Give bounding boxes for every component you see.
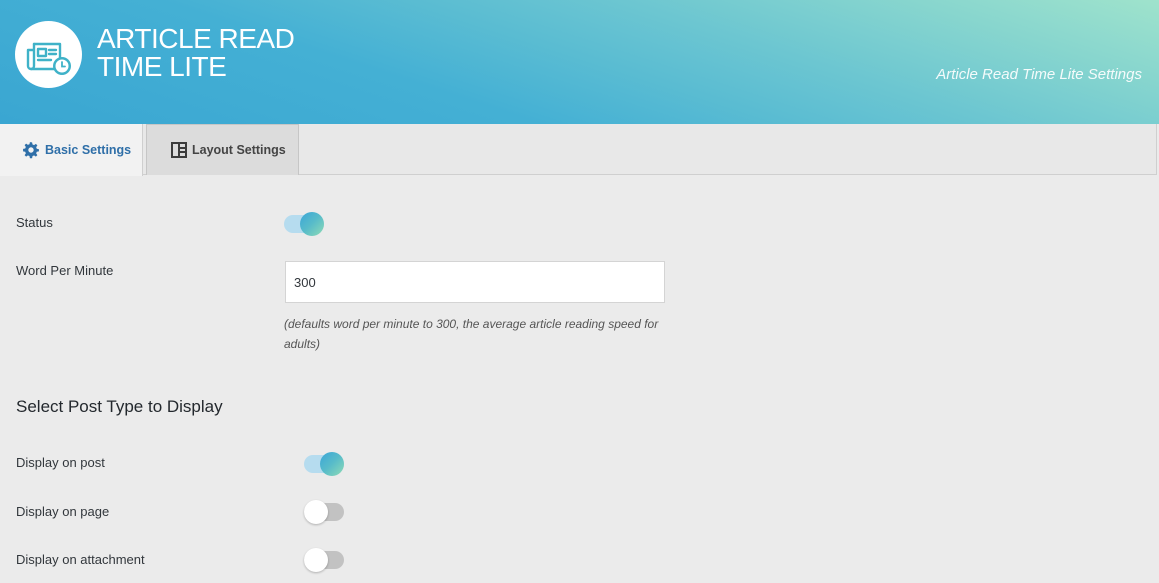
logo (15, 21, 82, 88)
tab-basic-settings[interactable]: Basic Settings (0, 124, 143, 176)
toggle-knob (300, 212, 324, 236)
brand-line-2: TIME LITE (97, 51, 227, 82)
display-post-label: Display on post (16, 455, 105, 470)
display-attachment-toggle[interactable] (304, 548, 344, 572)
status-label: Status (16, 215, 53, 230)
plugin-header: ARTICLE READ TIME LITE Article Read Time… (0, 0, 1159, 124)
post-type-heading: Select Post Type to Display (16, 397, 223, 416)
header-subtitle: Article Read Time Lite Settings (936, 66, 1142, 83)
display-post-toggle[interactable] (304, 452, 344, 476)
display-page-toggle[interactable] (304, 500, 344, 524)
gear-icon (23, 142, 39, 159)
wpm-input[interactable] (285, 261, 665, 303)
status-toggle[interactable] (284, 212, 324, 236)
display-attachment-label: Display on attachment (16, 552, 145, 567)
newspaper-clock-icon (26, 42, 71, 75)
tabs-divider (1156, 124, 1157, 175)
brand-title: ARTICLE READ TIME LITE (97, 23, 295, 82)
settings-tabs: Basic Settings Layout Settings (0, 124, 1157, 176)
tab-layout-settings[interactable]: Layout Settings (146, 124, 299, 175)
toggle-knob (320, 452, 344, 476)
toggle-knob (304, 500, 328, 524)
display-page-label: Display on page (16, 504, 110, 519)
toggle-knob (304, 548, 328, 572)
layout-icon (171, 142, 187, 158)
wpm-label: Word Per Minute (16, 263, 114, 278)
tab-basic-label: Basic Settings (45, 143, 132, 157)
tab-layout-label: Layout Settings (192, 143, 286, 157)
brand-line-1: ARTICLE READ (97, 23, 295, 54)
wpm-hint: (defaults word per minute to 300, the av… (284, 317, 659, 351)
